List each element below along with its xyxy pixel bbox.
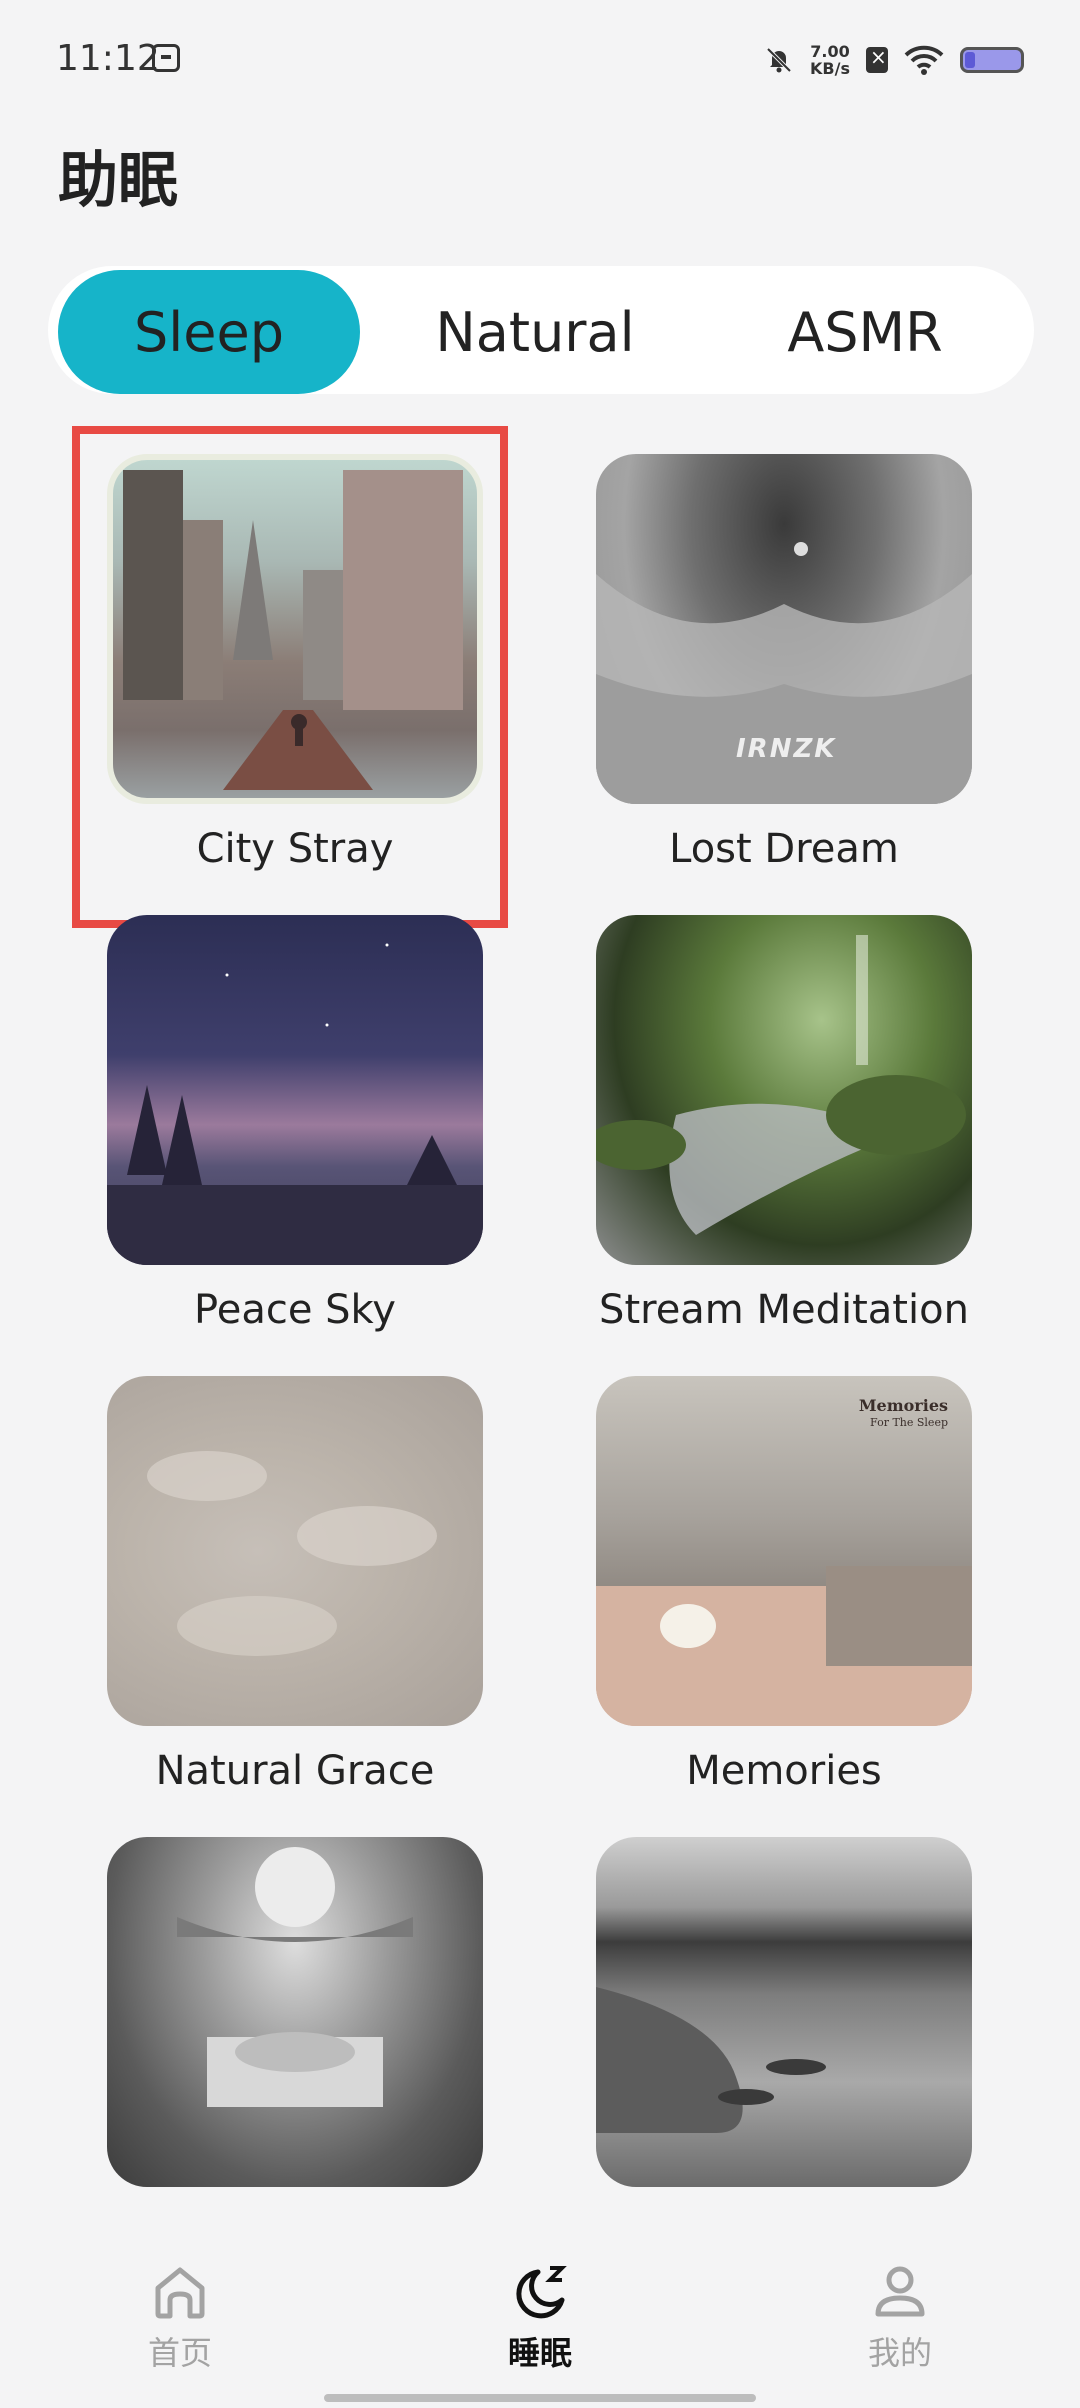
sound-title: Stream Meditation [599, 1287, 969, 1333]
status-bar: 11:12 7.00 KB/s [0, 0, 1080, 130]
sound-card-lost-dream[interactable]: IRNZK Lost Dream [596, 454, 972, 872]
bell-off-icon [766, 47, 792, 73]
nav-home-label: 首页 [147, 2334, 212, 2372]
sound-title: Lost Dream [669, 826, 899, 872]
sound-card-natural-grace[interactable]: Natural Grace [107, 1376, 483, 1794]
bedroom-thumbnail [107, 1837, 483, 2187]
status-icons: 7.00 KB/s [764, 40, 1024, 80]
nav-mine-label: 我的 [867, 2334, 932, 2372]
nav-sleep[interactable]: 睡眠 [440, 2240, 640, 2374]
city-stray-thumbnail [107, 454, 483, 804]
moon-zzz-icon [516, 2266, 567, 2319]
sound-card-stream-meditation[interactable]: Stream Meditation [596, 915, 972, 1333]
sound-card-memories[interactable]: Memories For The Sleep Memories [596, 1376, 972, 1794]
user-icon [875, 2266, 925, 2317]
category-tabs: Sleep Natural ASMR [48, 266, 1034, 394]
nav-sleep-label: 睡眠 [507, 2334, 572, 2372]
sound-card-river[interactable] [596, 1837, 972, 2209]
sim-off-icon [866, 45, 888, 73]
sound-card-bedroom[interactable] [107, 1837, 483, 2209]
home-indicator[interactable] [324, 2394, 756, 2402]
tab-natural[interactable]: Natural [384, 270, 686, 394]
tab-sleep[interactable]: Sleep [58, 270, 360, 394]
lost-dream-thumbnail: IRNZK [596, 454, 972, 804]
sound-card-peace-sky[interactable]: Peace Sky [107, 915, 483, 1333]
battery-icon [960, 47, 1024, 73]
memories-thumbnail: Memories For The Sleep [596, 1376, 972, 1726]
stream-meditation-thumbnail [596, 915, 972, 1265]
page-title: 助眠 [58, 146, 178, 216]
tab-asmr[interactable]: ASMR [714, 270, 1016, 394]
sound-title: Natural Grace [155, 1748, 435, 1794]
sound-title: Memories [686, 1748, 882, 1794]
network-speed: 7.00 KB/s [810, 43, 850, 77]
bottom-navigation: 首页 睡眠 我的 [0, 2240, 1080, 2408]
lost-dream-logo-text: IRNZK [736, 734, 837, 764]
memories-thumb-subtitle: For The Sleep [870, 1416, 948, 1429]
network-speed-value: 7.00 [810, 42, 850, 61]
peace-sky-thumbnail [107, 915, 483, 1265]
sound-card-city-stray[interactable]: City Stray [107, 454, 483, 872]
wifi-icon [904, 45, 944, 75]
nav-mine[interactable]: 我的 [800, 2240, 1000, 2374]
home-icon [155, 2267, 205, 2319]
nav-home[interactable]: 首页 [80, 2240, 280, 2374]
memories-thumb-title: Memories [858, 1396, 948, 1415]
notification-box-icon [152, 44, 180, 72]
river-thumbnail [596, 1837, 972, 2187]
sound-title: Peace Sky [194, 1287, 396, 1333]
sound-title: City Stray [196, 826, 394, 872]
network-speed-unit: KB/s [810, 59, 850, 78]
status-time: 11:12 [56, 38, 160, 79]
natural-grace-thumbnail [107, 1376, 483, 1726]
